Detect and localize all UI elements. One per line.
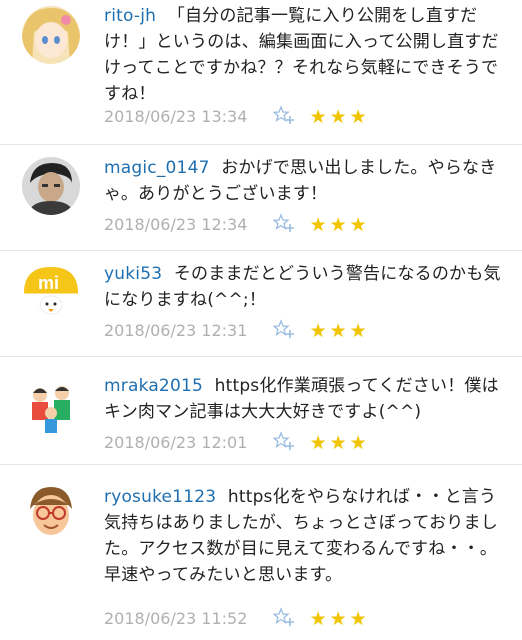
comment-meta: 2018/06/23 12:31 ★★★ xyxy=(104,319,370,343)
comment-meta: 2018/06/23 13:34 ★★★ xyxy=(104,105,370,129)
comment-meta: 2018/06/23 12:01 ★★★ xyxy=(104,431,370,455)
comment-body: magic_0147 おかげで思い出しました。やらなきゃ。ありがとうございます！ xyxy=(104,155,510,207)
timestamp[interactable]: 2018/06/23 12:34 xyxy=(104,213,247,237)
username-link[interactable]: ryosuke1123 xyxy=(104,487,216,507)
comment-item: mraka2015 https化作業頑張ってください！僕はキン肉マン記事は大大大… xyxy=(0,357,522,465)
comment-body: ryosuke1123 https化をやらなければ・・と言う気持ちはありましたが… xyxy=(104,484,510,588)
star-rating[interactable]: ★★★ xyxy=(310,105,370,129)
yellow-mi-avatar[interactable]: mi xyxy=(22,263,80,321)
comment-item: ryosuke1123 https化をやらなければ・・と言う気持ちはありましたが… xyxy=(0,465,522,640)
comment-text: 「自分の記事一覧に入り公開をし直すだけ！」というのは、編集画面に入って公開し直す… xyxy=(104,6,499,104)
comment-item: rito-jh 「自分の記事一覧に入り公開をし直すだけ！」というのは、編集画面に… xyxy=(0,0,522,145)
timestamp[interactable]: 2018/06/23 13:34 xyxy=(104,105,247,129)
man-photo-avatar[interactable] xyxy=(22,157,80,215)
add-star-icon[interactable] xyxy=(271,431,295,451)
add-star-icon[interactable] xyxy=(271,607,295,627)
timestamp[interactable]: 2018/06/23 12:01 xyxy=(104,431,247,455)
svg-text:mi: mi xyxy=(38,273,59,293)
comment-body: mraka2015 https化作業頑張ってください！僕はキン肉マン記事は大大大… xyxy=(104,373,510,425)
star-rating[interactable]: ★★★ xyxy=(310,607,370,631)
comment-meta: 2018/06/23 11:52 ★★★ xyxy=(104,607,370,631)
username-link[interactable]: rito-jh xyxy=(104,6,156,26)
timestamp[interactable]: 2018/06/23 12:31 xyxy=(104,319,247,343)
family-avatar[interactable] xyxy=(22,379,80,437)
timestamp[interactable]: 2018/06/23 11:52 xyxy=(104,607,247,631)
comment-text: そのままだとどういう警告になるのかも気になりますね(^^;！ xyxy=(104,264,501,310)
add-star-icon[interactable] xyxy=(271,105,295,125)
add-star-icon[interactable] xyxy=(271,213,295,233)
comment-body: yuki53 そのままだとどういう警告になるのかも気になりますね(^^;！ xyxy=(104,261,510,313)
comment-item: magic_0147 おかげで思い出しました。やらなきゃ。ありがとうございます！… xyxy=(0,145,522,251)
glasses-boy-avatar[interactable] xyxy=(22,483,80,541)
username-link[interactable]: yuki53 xyxy=(104,264,162,284)
comment-list: rito-jh 「自分の記事一覧に入り公開をし直すだけ！」というのは、編集画面に… xyxy=(0,0,522,640)
add-star-icon[interactable] xyxy=(271,319,295,339)
comment-meta: 2018/06/23 12:34 ★★★ xyxy=(104,213,370,237)
anime-girl-avatar[interactable] xyxy=(22,6,80,64)
comment-body: rito-jh 「自分の記事一覧に入り公開をし直すだけ！」というのは、編集画面に… xyxy=(104,3,510,107)
star-rating[interactable]: ★★★ xyxy=(310,319,370,343)
username-link[interactable]: magic_0147 xyxy=(104,158,210,178)
username-link[interactable]: mraka2015 xyxy=(104,376,203,396)
star-rating[interactable]: ★★★ xyxy=(310,213,370,237)
star-rating[interactable]: ★★★ xyxy=(310,431,370,455)
comment-item: mi yuki53 そのままだとどういう警告になるのかも気になりますね(^^;！… xyxy=(0,251,522,357)
